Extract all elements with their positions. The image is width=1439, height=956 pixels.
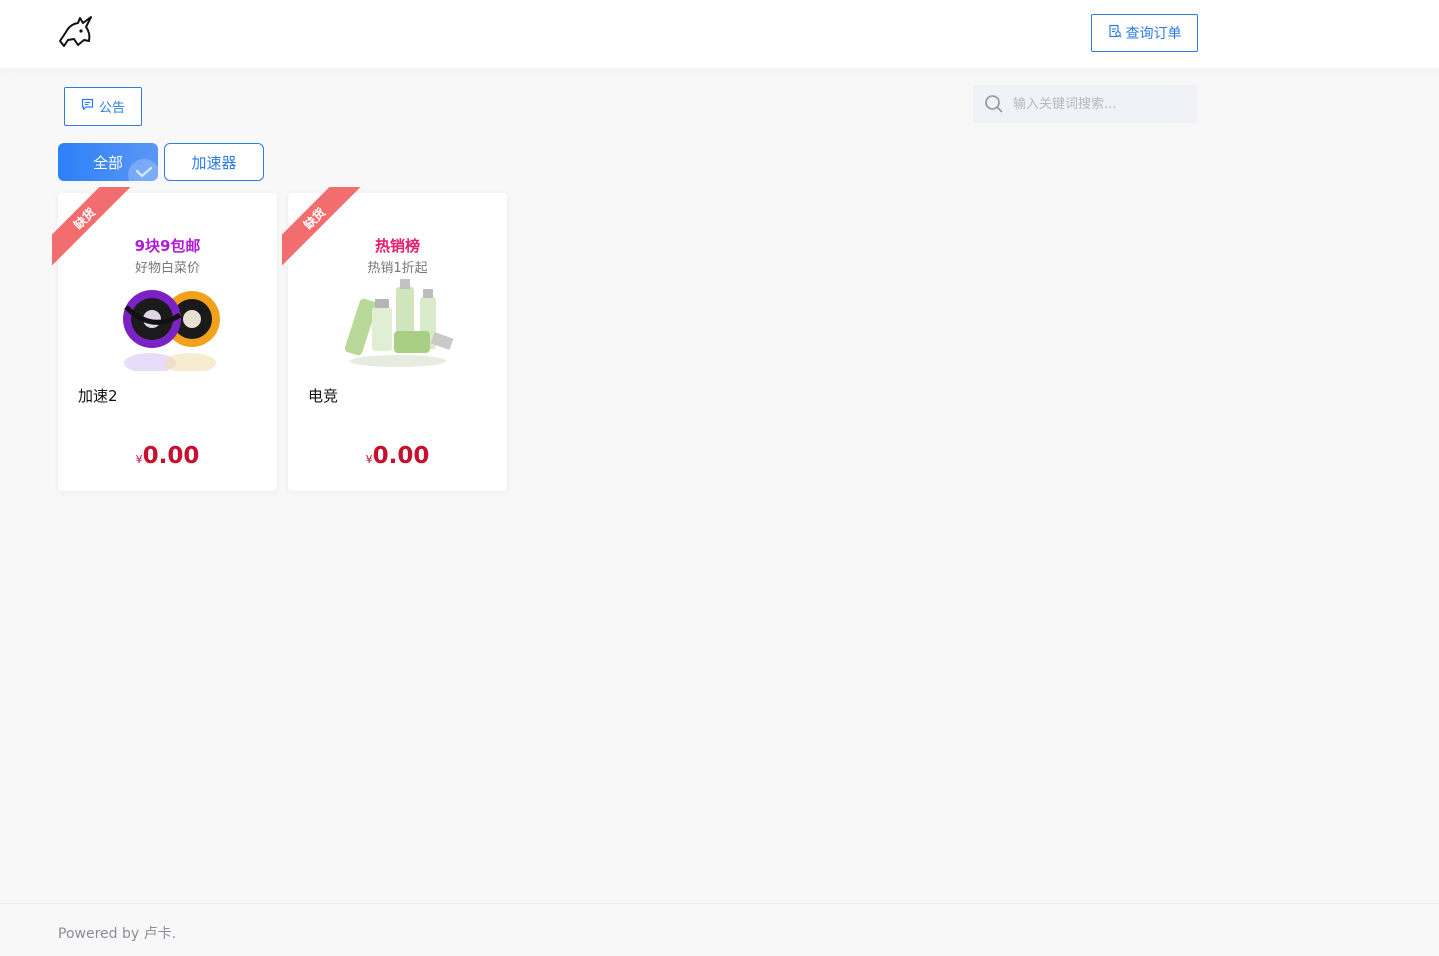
product-card[interactable]: 缺货 热销榜 热销1折起 电竞 ¥0.00 (282, 187, 507, 491)
tab-all-label: 全部 (92, 153, 123, 172)
search-input[interactable] (1013, 85, 1193, 123)
product-card[interactable]: 缺货 9块9包邮 好物白菜价 加速2 ¥0.00 (52, 187, 277, 491)
price-amount: 0.00 (372, 443, 430, 469)
tab-all[interactable]: 全部 (58, 143, 158, 181)
notice-button[interactable]: 公告 (64, 87, 142, 126)
query-order-label: 查询订单 (1125, 26, 1182, 42)
currency-symbol: ¥ (135, 453, 143, 466)
footer: Powered by 卢卡. (0, 903, 1439, 956)
currency-symbol: ¥ (365, 453, 373, 466)
search-icon[interactable] (984, 94, 1004, 118)
cosmetics-picture (344, 279, 454, 367)
unicorn-logo-icon[interactable] (56, 14, 96, 52)
product-image: 热销榜 热销1折起 (298, 227, 497, 371)
tab-accelerator[interactable]: 加速器 (164, 143, 264, 181)
product-price: ¥0.00 (58, 443, 277, 469)
tab-accelerator-label: 加速器 (191, 153, 237, 172)
notice-label: 公告 (98, 101, 125, 116)
product-name[interactable]: 加速2 (78, 385, 118, 406)
price-amount: 0.00 (142, 443, 200, 469)
banner-title: 9块9包邮 (134, 237, 201, 255)
document-search-icon (1108, 24, 1122, 42)
query-order-button[interactable]: 查询订单 (1091, 14, 1198, 52)
product-name[interactable]: 电竞 (308, 385, 338, 406)
product-price: ¥0.00 (288, 443, 507, 469)
banner-title: 热销榜 (374, 237, 420, 255)
product-image: 9块9包邮 好物白菜价 (68, 227, 267, 371)
check-icon (128, 159, 158, 181)
banner-subtitle: 热销1折起 (367, 261, 428, 276)
powered-by-text: Powered by 卢卡. (58, 926, 177, 942)
speaker-picture (123, 290, 220, 371)
top-header: 查询订单 (0, 0, 1439, 68)
message-icon (81, 98, 94, 115)
banner-subtitle: 好物白菜价 (134, 261, 200, 276)
search-box (973, 85, 1198, 123)
